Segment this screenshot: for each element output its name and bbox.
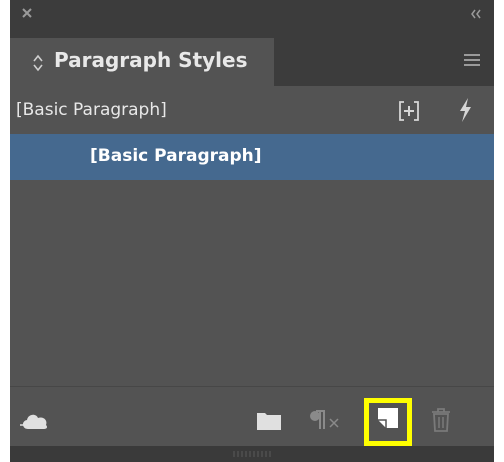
folder-icon[interactable] <box>256 409 282 431</box>
resize-grip[interactable] <box>10 446 494 462</box>
style-name: [Basic Paragraph] <box>90 146 262 166</box>
create-group-icon[interactable] <box>398 100 420 122</box>
tab-paragraph-styles[interactable]: Paragraph Styles <box>10 38 274 86</box>
panel-footer <box>10 387 494 447</box>
panel-tabbar: Paragraph Styles <box>10 28 494 86</box>
trash-icon[interactable] <box>430 407 452 433</box>
up-down-arrows-icon[interactable] <box>32 53 44 73</box>
lightning-icon[interactable] <box>456 96 474 124</box>
creative-cloud-library-icon[interactable] <box>18 407 52 435</box>
new-style-button-highlight <box>364 398 412 446</box>
paragraph-styles-panel: Paragraph Styles [Basic Paragraph] [Basi… <box>10 0 494 462</box>
grip-icon <box>233 451 271 457</box>
current-style-row: [Basic Paragraph] <box>10 86 494 134</box>
hamburger-menu-icon[interactable] <box>462 52 482 68</box>
styles-list-empty-area[interactable] <box>10 180 494 390</box>
close-icon[interactable] <box>18 4 38 24</box>
panel-titlebar <box>10 0 494 28</box>
double-chevron-icon[interactable] <box>466 4 486 24</box>
pilcrow-clear-icon[interactable] <box>308 409 342 431</box>
tab-label: Paragraph Styles <box>54 48 248 72</box>
list-item[interactable]: [Basic Paragraph] <box>10 134 494 180</box>
current-style-label: [Basic Paragraph] <box>16 100 167 120</box>
